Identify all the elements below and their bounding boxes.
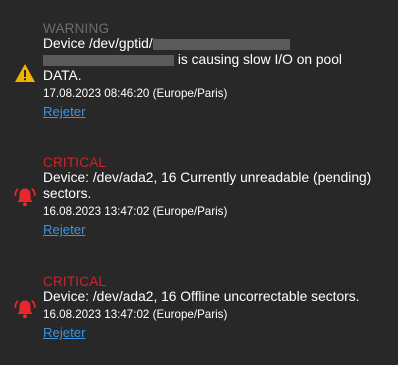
alert-body: CRITICAL Device: /dev/ada2, 16 Offline u… bbox=[43, 274, 386, 342]
redacted-text bbox=[152, 38, 290, 50]
alert-level: CRITICAL bbox=[43, 274, 107, 289]
alert-message: Device: /dev/ada2, 16 Offline uncorrecta… bbox=[43, 289, 360, 304]
alert-item: CRITICAL Device: /dev/ada2, 16 Offline u… bbox=[0, 274, 398, 344]
alert-timestamp: 17.08.2023 08:46:20 (Europe/Paris) bbox=[43, 87, 228, 100]
alert-message: Device: /dev/ada2, 16 Currently unreadab… bbox=[43, 170, 372, 201]
dismiss-link[interactable]: Rejeter bbox=[43, 222, 86, 238]
alert-timestamp: 16.08.2023 13:47:02 (Europe/Paris) bbox=[43, 205, 228, 218]
bell-alert-icon bbox=[14, 186, 36, 213]
dismiss-link[interactable]: Rejeter bbox=[43, 325, 86, 341]
alert-item: CRITICAL Device: /dev/ada2, 16 Currently… bbox=[0, 155, 398, 245]
dismiss-link[interactable]: Rejeter bbox=[43, 104, 86, 120]
alerts-panel: WARNING Device /dev/gptid/ is causing sl… bbox=[0, 0, 398, 365]
alert-level: WARNING bbox=[43, 21, 110, 36]
alert-body: WARNING Device /dev/gptid/ is causing sl… bbox=[43, 21, 386, 121]
alert-message-line2: is causing slow I/O on pool bbox=[177, 52, 342, 67]
alert-message-line3: DATA. bbox=[43, 68, 82, 83]
alert-message-line1: Device /dev/gptid/ bbox=[43, 36, 153, 51]
alert-level: CRITICAL bbox=[43, 155, 107, 170]
alert-timestamp: 16.08.2023 13:47:02 (Europe/Paris) bbox=[43, 308, 228, 321]
alert-message: Device /dev/gptid/ is causing slow I/O o… bbox=[43, 36, 386, 84]
alert-item: WARNING Device /dev/gptid/ is causing sl… bbox=[0, 21, 398, 121]
alert-body: CRITICAL Device: /dev/ada2, 16 Currently… bbox=[43, 155, 386, 239]
warning-triangle-icon bbox=[14, 63, 36, 88]
bell-alert-icon bbox=[14, 298, 36, 325]
redacted-text bbox=[43, 54, 174, 66]
